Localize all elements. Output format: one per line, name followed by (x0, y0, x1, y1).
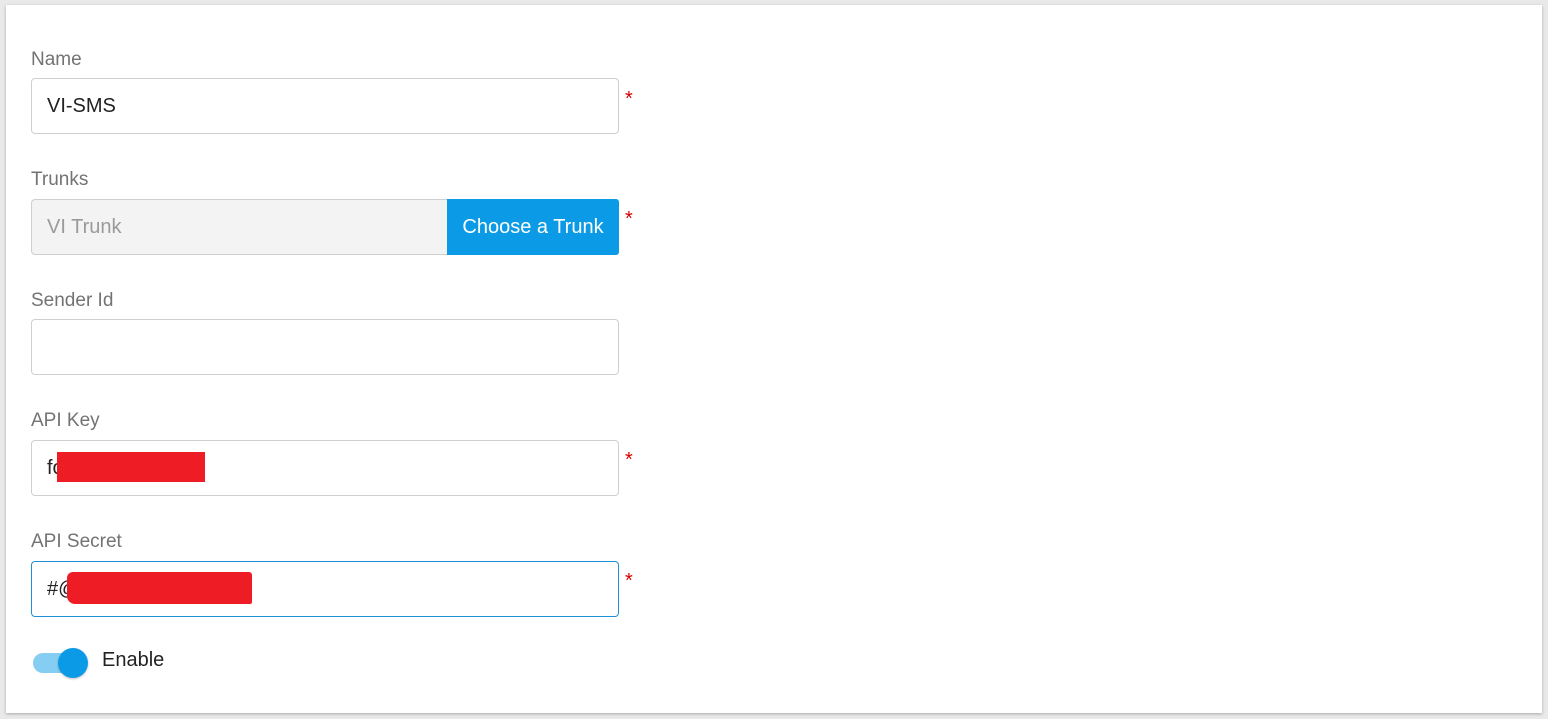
name-input[interactable] (31, 78, 619, 134)
api-key-redaction (57, 452, 205, 482)
choose-trunk-button[interactable]: Choose a Trunk (447, 199, 619, 255)
sender-id-input[interactable] (31, 319, 619, 375)
api-key-label: API Key (31, 410, 100, 431)
enable-label: Enable (102, 649, 165, 671)
trunk-display: VI Trunk (31, 199, 447, 255)
api-secret-required-marker: * (625, 570, 633, 592)
name-label: Name (31, 49, 82, 70)
sender-id-label: Sender Id (31, 290, 114, 311)
trunks-label: Trunks (31, 169, 89, 190)
enable-toggle-thumb (58, 648, 88, 678)
trunk-selector: VI Trunk Choose a Trunk (31, 199, 619, 255)
trunks-required-marker: * (625, 208, 633, 230)
enable-toggle[interactable] (33, 648, 89, 678)
api-key-required-marker: * (625, 449, 633, 471)
api-secret-redaction (67, 572, 252, 604)
name-required-marker: * (625, 88, 633, 110)
api-secret-label: API Secret (31, 531, 122, 552)
